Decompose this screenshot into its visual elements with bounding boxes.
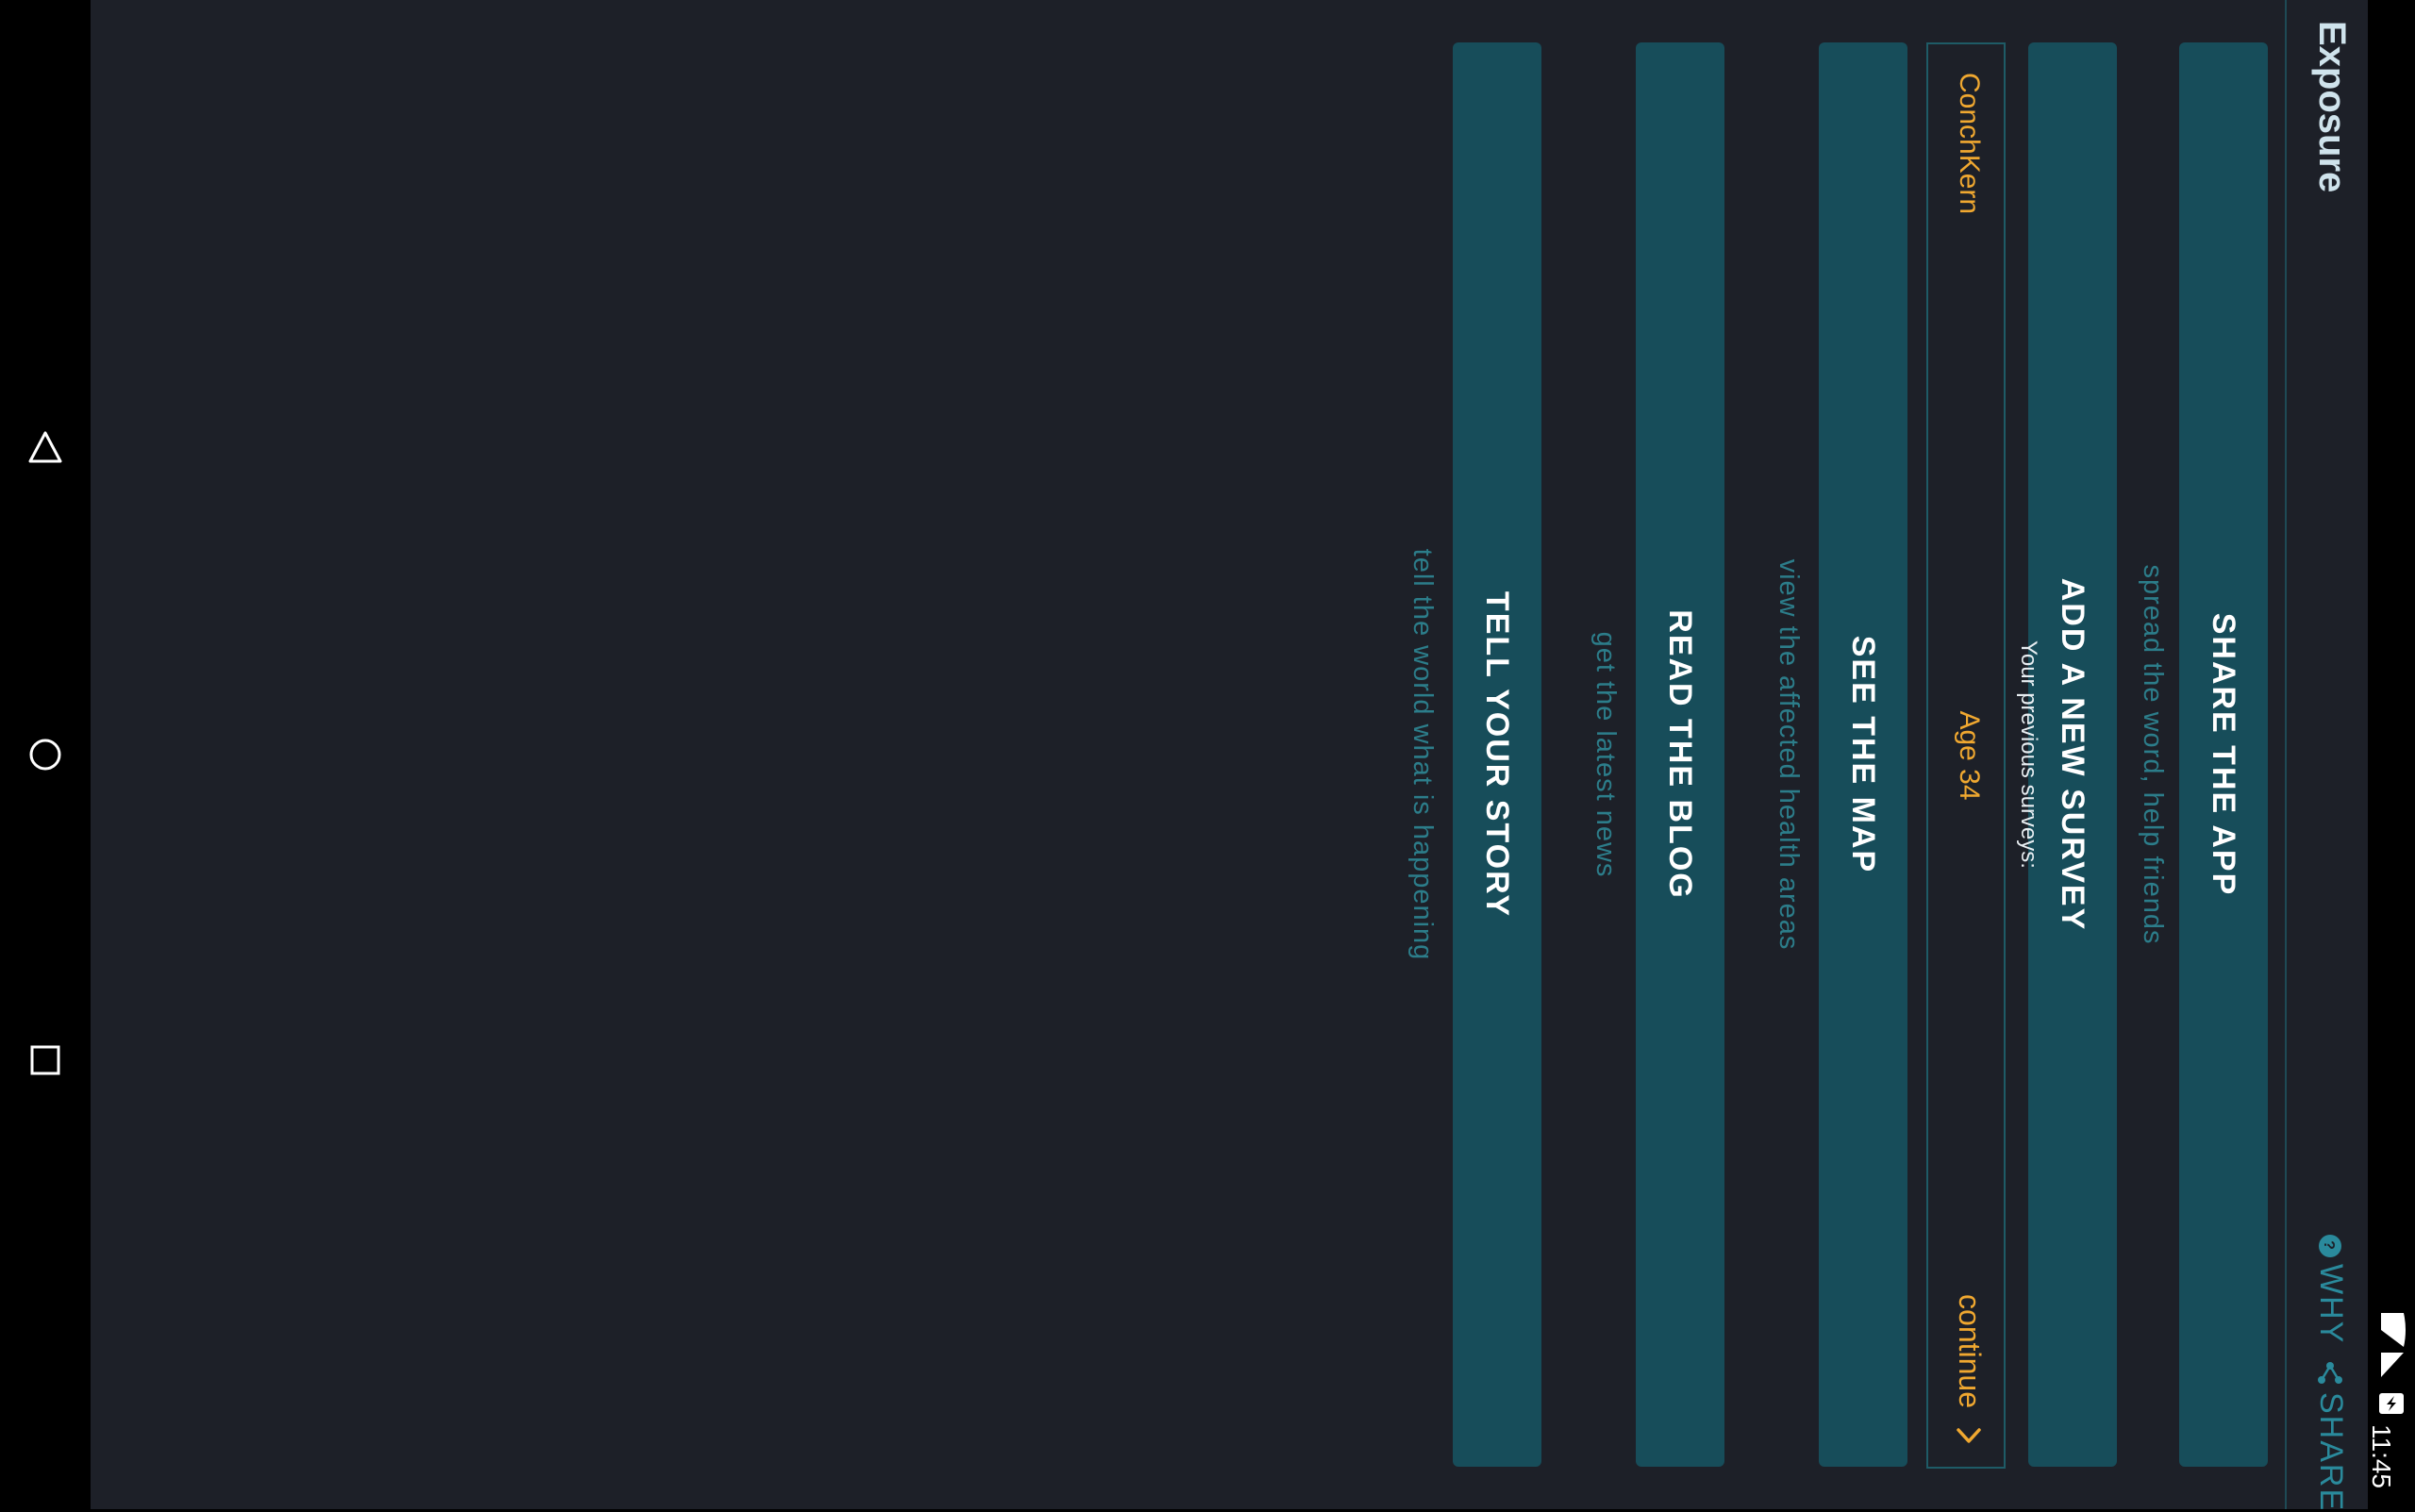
share-icon bbox=[2318, 1360, 2344, 1387]
add-survey-button[interactable]: ADD A NEW SURVEY bbox=[2028, 42, 2117, 1467]
navigation-bar bbox=[0, 0, 91, 1509]
continue-label: continue bbox=[1953, 1294, 1987, 1408]
app-window: Exposure ? WHY SHARE SHARE THE APP sprea… bbox=[91, 0, 2368, 1512]
see-map-button[interactable]: SEE THE MAP bbox=[1819, 42, 1907, 1467]
share-app-button[interactable]: SHARE THE APP bbox=[2179, 42, 2268, 1467]
home-icon bbox=[29, 739, 61, 771]
see-map-caption: view the affected health areas bbox=[1774, 558, 1804, 951]
read-blog-button[interactable]: READ THE BLOG bbox=[1636, 42, 1724, 1467]
app-stage: Exposure ? WHY SHARE SHARE THE APP sprea… bbox=[91, 0, 2368, 1512]
home-button[interactable] bbox=[23, 732, 68, 777]
status-time: 11:45 bbox=[2367, 1424, 2396, 1488]
chevron-right-icon bbox=[1957, 1427, 1983, 1444]
recents-icon bbox=[30, 1045, 60, 1075]
app-toolbar: Exposure ? WHY SHARE bbox=[2285, 0, 2368, 1512]
continue-survey-button[interactable]: continue bbox=[1952, 1294, 1987, 1444]
recents-button[interactable] bbox=[23, 1038, 68, 1083]
back-icon bbox=[28, 431, 62, 463]
previous-surveys-heading: Your previous surveys: bbox=[2016, 640, 2041, 869]
svg-text:?: ? bbox=[2322, 1240, 2338, 1252]
share-app-caption: spread the word, help friends bbox=[2138, 564, 2168, 945]
previous-survey-item[interactable]: ConchKern Age 34 continue bbox=[1926, 42, 2006, 1469]
cell-signal-icon bbox=[2381, 1353, 2404, 1377]
battery-charging-icon bbox=[2379, 1393, 2404, 1414]
help-icon: ? bbox=[2319, 1234, 2343, 1258]
back-button[interactable] bbox=[23, 425, 68, 471]
share-label: SHARE bbox=[2313, 1392, 2349, 1512]
survey-age: Age 34 bbox=[1954, 710, 1985, 801]
app-title: Exposure bbox=[2311, 21, 2353, 193]
tell-story-button[interactable]: TELL YOUR STORY bbox=[1453, 42, 1541, 1467]
tell-story-caption: tell the world what is happening bbox=[1407, 548, 1438, 961]
wifi-icon bbox=[2381, 1313, 2406, 1347]
read-blog-caption: get the latest news bbox=[1591, 631, 1621, 878]
why-button[interactable]: ? WHY bbox=[2312, 1234, 2349, 1344]
share-toolbar-button[interactable]: SHARE bbox=[2312, 1360, 2349, 1512]
why-label: WHY bbox=[2313, 1264, 2349, 1345]
status-bar: 11:45 bbox=[2367, 0, 2415, 1509]
